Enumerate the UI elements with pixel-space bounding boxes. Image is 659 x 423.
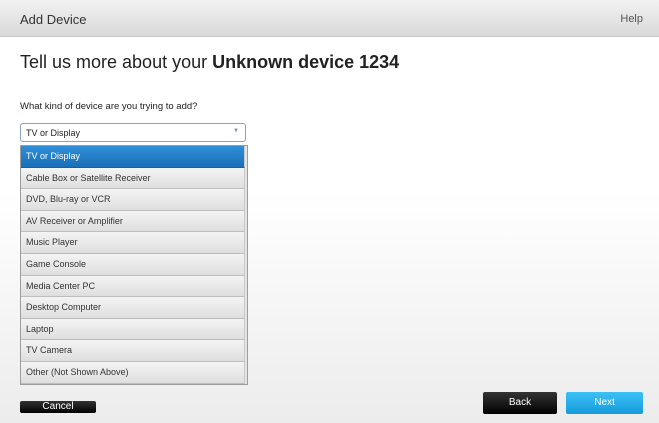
device-type-option[interactable]: TV or Display xyxy=(21,146,245,168)
device-type-option[interactable]: Laptop xyxy=(21,318,245,341)
window-title: Add Device xyxy=(20,12,87,27)
device-type-option[interactable]: Other (Not Shown Above) xyxy=(21,361,245,384)
chevron-down-icon: ▼ xyxy=(233,128,239,134)
help-link[interactable]: Help xyxy=(620,13,643,25)
device-name: Unknown device 1234 xyxy=(212,52,400,72)
back-button[interactable]: Back xyxy=(483,392,557,414)
page-title: Tell us more about your Unknown device 1… xyxy=(20,52,399,73)
device-type-option[interactable]: Game Console xyxy=(21,253,245,276)
device-type-selected-value: TV or Display xyxy=(26,128,81,138)
device-type-option[interactable]: Cable Box or Satellite Receiver xyxy=(21,167,245,190)
cancel-button[interactable]: Cancel xyxy=(20,401,96,413)
device-type-option[interactable]: TV Camera xyxy=(21,340,245,362)
device-type-option[interactable]: Media Center PC xyxy=(21,275,245,298)
page-title-prefix: Tell us more about your xyxy=(20,52,213,72)
device-type-option[interactable]: Music Player xyxy=(21,232,245,254)
device-type-select[interactable]: TV or Display ▼ xyxy=(20,123,246,142)
device-type-option[interactable]: DVD, Blu-ray or VCR xyxy=(21,189,245,211)
device-type-question: What kind of device are you trying to ad… xyxy=(20,101,198,112)
device-type-dropdown-list: TV or Display Cable Box or Satellite Rece… xyxy=(20,145,248,385)
title-bar: Add Device Help xyxy=(0,0,659,37)
device-type-option[interactable]: Desktop Computer xyxy=(21,297,245,319)
device-type-option[interactable]: AV Receiver or Amplifier xyxy=(21,210,245,233)
next-button[interactable]: Next xyxy=(566,392,643,414)
